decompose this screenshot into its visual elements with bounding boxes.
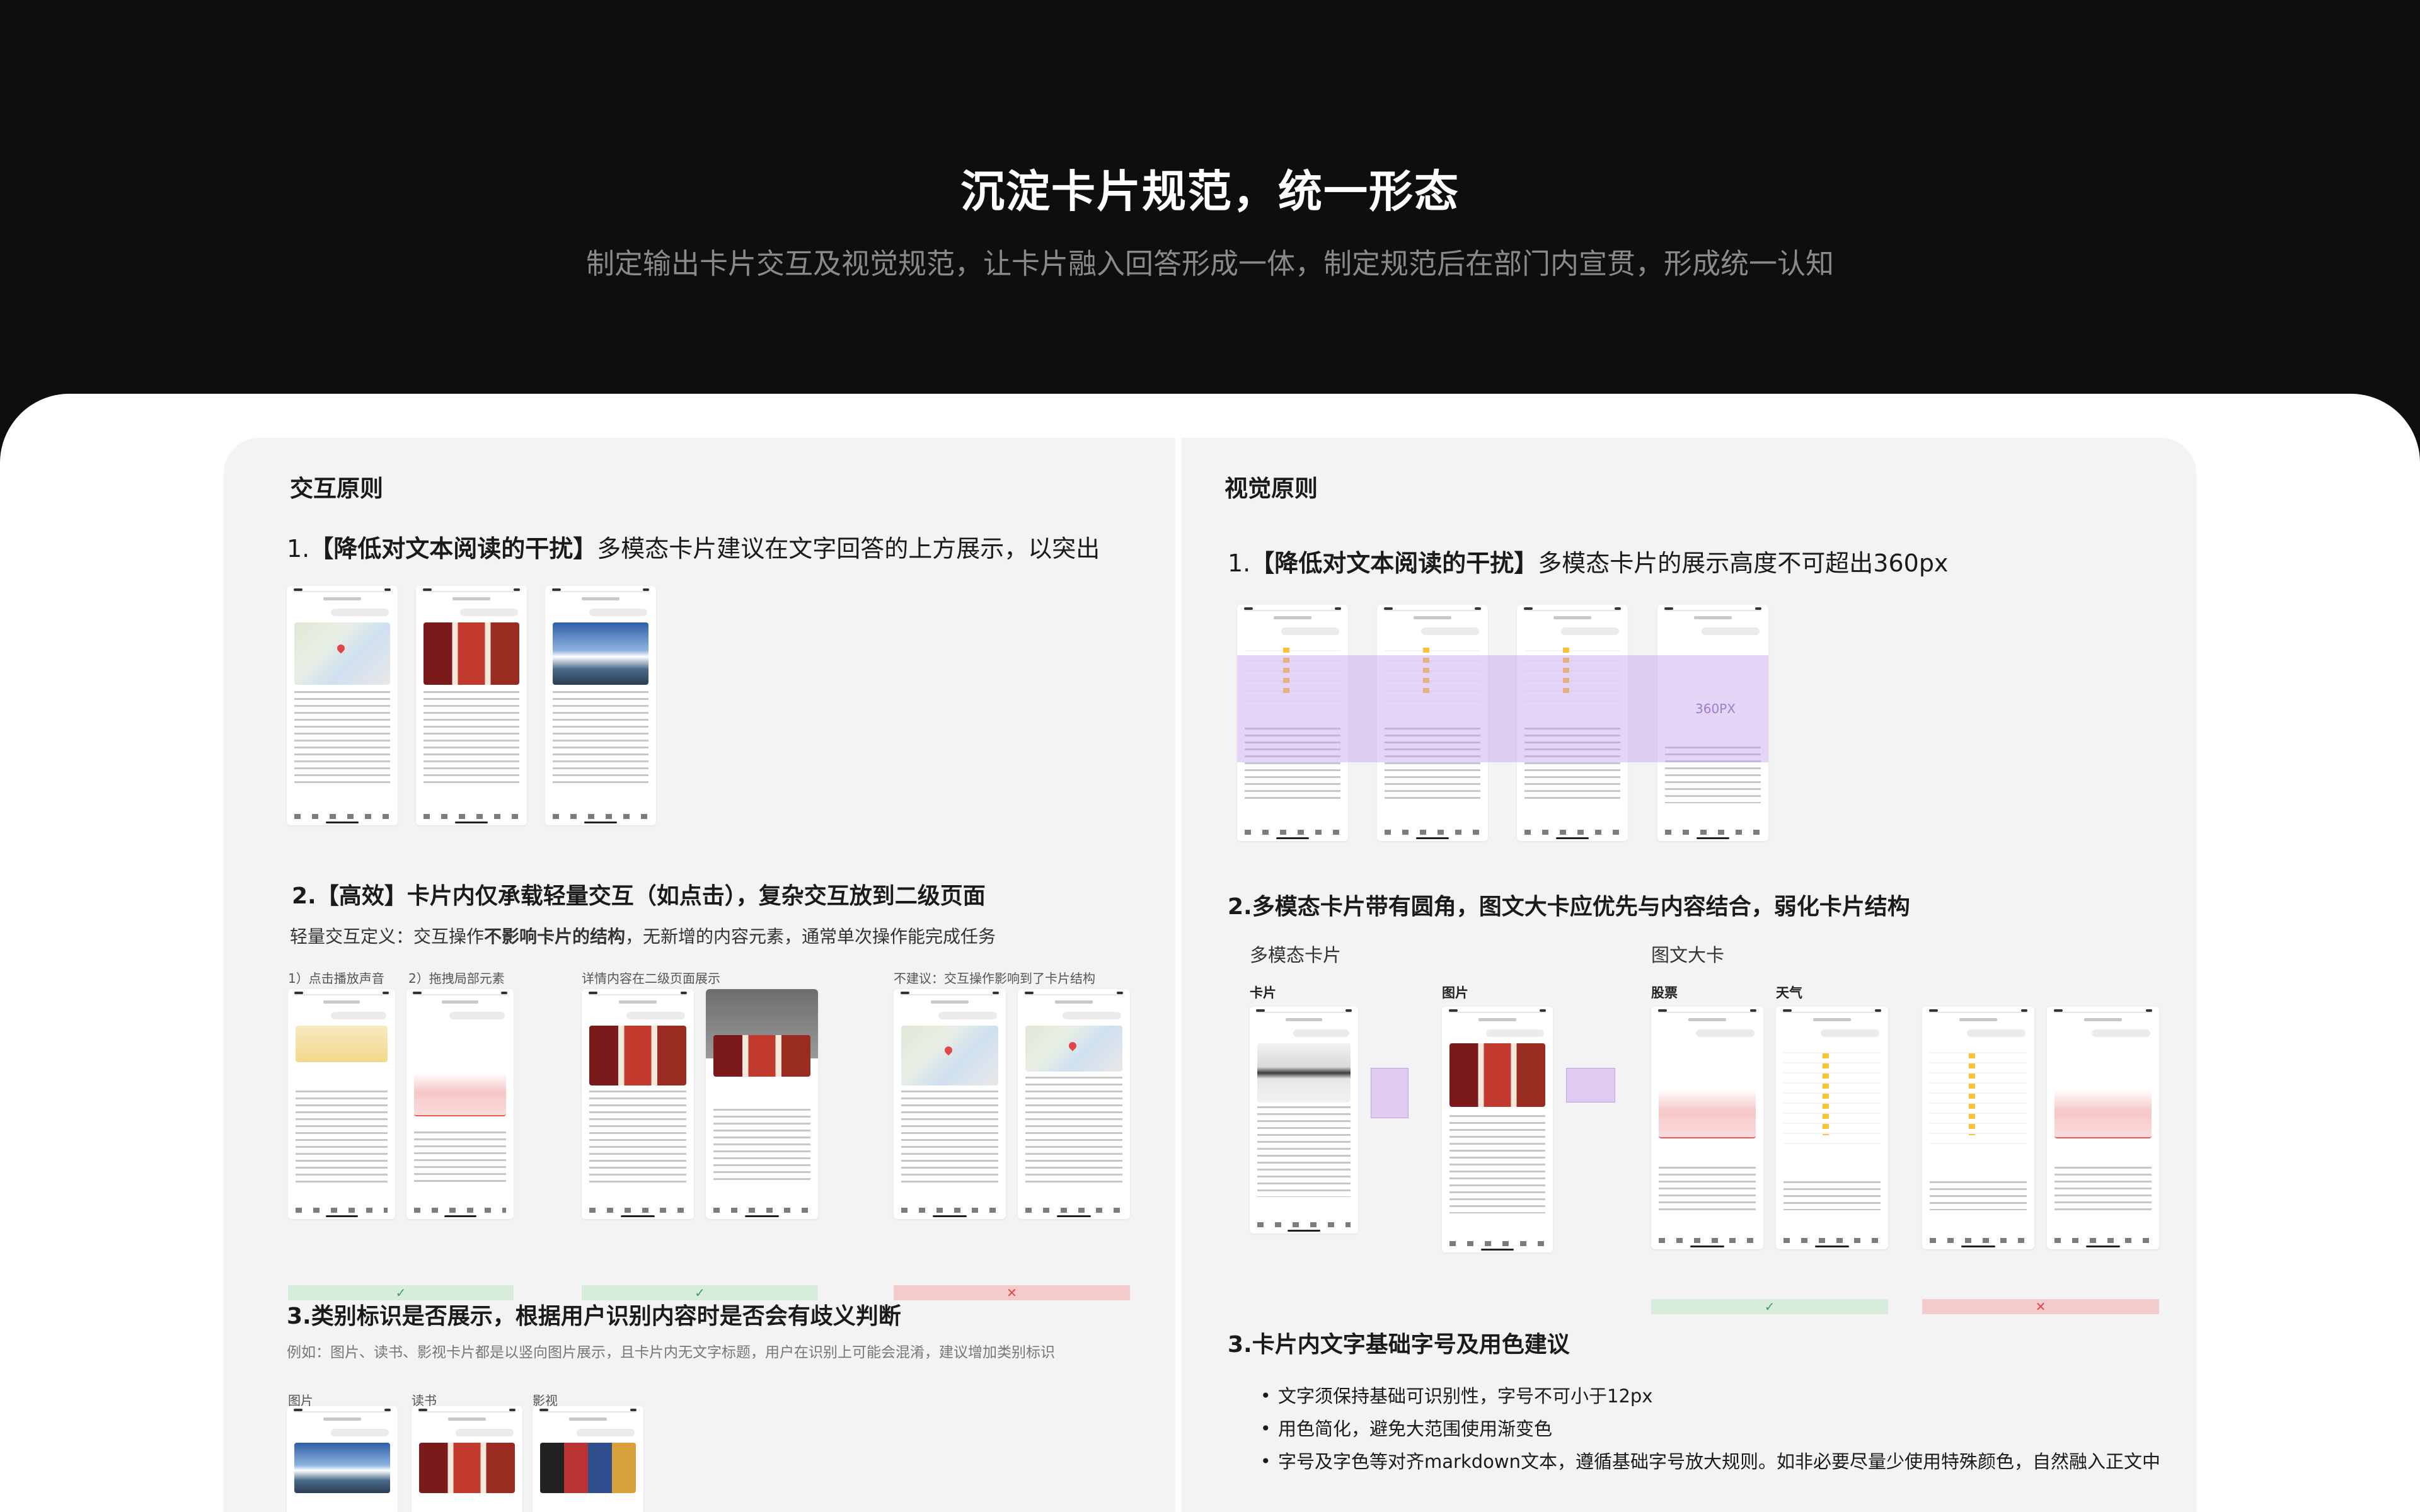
- interaction-principles-card: 交互原则 1.【降低对文本阅读的干扰】多模态卡片建议在文字回答的上方展示，以突出…: [224, 438, 1175, 1512]
- label-stock: 股票: [1651, 985, 1678, 1000]
- content-sheet: 交互原则 1.【降低对文本阅读的干扰】多模态卡片建议在文字回答的上方展示，以突出…: [0, 394, 2420, 1512]
- phone-mockup-map: [287, 586, 398, 825]
- phone-mockup-map-bad-2: [1018, 989, 1130, 1219]
- hero-title: 沉淀卡片规范，统一形态: [960, 166, 1460, 217]
- label-not-recommended: 不建议：交互操作影响到了卡片结构: [894, 971, 1095, 986]
- phone-mockup-music: [288, 989, 395, 1219]
- hero-section: 沉淀卡片规范，统一形态 制定输出卡片交互及视觉规范，让卡片融入回答形成一体，制定…: [0, 0, 2420, 403]
- label-rich-card: 图文大卡: [1651, 944, 1725, 966]
- phone-mockup-drone-card: [1250, 1007, 1358, 1234]
- label-multimodal-card: 多模态卡片: [1250, 944, 1342, 966]
- phone-mockup-book-sheet: [706, 989, 818, 1219]
- phone-mockup-weather-bad: [1922, 1007, 2034, 1249]
- status-ok-3: ✓: [1651, 1299, 1888, 1314]
- label-picture: 图片: [1442, 985, 1468, 1000]
- phone-mockup-image: [545, 586, 656, 825]
- radius-indicator-1: [1371, 1068, 1409, 1118]
- status-bad-1: ✕: [894, 1285, 1130, 1300]
- phone-mockup-book-detail: [582, 989, 694, 1219]
- height-limit-band: [1237, 655, 1768, 762]
- phone-mockup-category-book: [412, 1406, 522, 1512]
- text-guideline-list: 文字须保持基础可识别性，字号不可小于12px 用色简化，避免大范围使用渐变色 字…: [1260, 1380, 2160, 1478]
- category-note: 例如：图片、读书、影视卡片都是以竖向图片展示，且卡片内无文字标题，用户在识别上可…: [287, 1344, 1055, 1361]
- list-item: 文字须保持基础可识别性，字号不可小于12px: [1260, 1380, 2160, 1412]
- phone-mockup-book: [416, 586, 527, 825]
- height-limit-tag: 360PX: [1695, 701, 1736, 716]
- phone-mockup-weather: [1776, 1007, 1888, 1249]
- label-weather: 天气: [1776, 985, 1802, 1000]
- phone-mockup-map-bad-1: [894, 989, 1006, 1219]
- visual-rule-2: 2.多模态卡片带有圆角，图文大卡应优先与内容结合，弱化卡片结构: [1228, 894, 1910, 920]
- phone-mockup-category-film: [533, 1406, 643, 1512]
- radius-indicator-2: [1566, 1068, 1615, 1102]
- visual-rule-3: 3.卡片内文字基础字号及用色建议: [1228, 1332, 1570, 1358]
- status-bad-2: ✕: [1922, 1299, 2159, 1314]
- visual-principles-card: 视觉原则 1.【降低对文本阅读的干扰】多模态卡片的展示高度不可超出360px 3…: [1182, 438, 2196, 1512]
- interaction-section-title: 交互原则: [290, 475, 383, 502]
- label-drag-element: 2）拖拽局部元素: [408, 971, 505, 986]
- phone-mockup-stock: [1651, 1007, 1763, 1249]
- visual-rule-1: 1.【降低对文本阅读的干扰】多模态卡片的展示高度不可超出360px: [1228, 549, 1949, 577]
- visual-section-title: 视觉原则: [1224, 475, 1318, 502]
- interaction-rule-1: 1.【降低对文本阅读的干扰】多模态卡片建议在文字回答的上方展示，以突出: [287, 535, 1100, 563]
- phone-mockup-stock-drag: [406, 989, 514, 1219]
- label-click-play: 1）点击播放声音: [288, 971, 384, 986]
- phone-mockup-book-picture: [1442, 1007, 1553, 1252]
- interaction-rule-2: 2.【高效】卡片内仅承载轻量交互（如点击），复杂交互放到二级页面: [292, 883, 986, 909]
- light-interaction-definition: 轻量交互定义：交互操作不影响卡片的结构，无新增的内容元素，通常单次操作能完成任务: [290, 926, 996, 947]
- list-item: 用色简化，避免大范围使用渐变色: [1260, 1412, 2160, 1445]
- list-item: 字号及字色等对齐markdown文本，遵循基础字号放大规则。如非必要尽量少使用特…: [1260, 1445, 2160, 1478]
- hero-subtitle: 制定输出卡片交互及视觉规范，让卡片融入回答形成一体，制定规范后在部门内宣贯，形成…: [585, 247, 1834, 280]
- phone-mockup-category-image: [287, 1406, 398, 1512]
- label-card: 卡片: [1250, 985, 1276, 1000]
- phone-mockup-stock-bad: [2047, 1007, 2159, 1249]
- interaction-rule-3: 3.类别标识是否展示，根据用户识别内容时是否会有歧义判断: [287, 1303, 901, 1329]
- label-detail-secondary: 详情内容在二级页面展示: [582, 971, 720, 986]
